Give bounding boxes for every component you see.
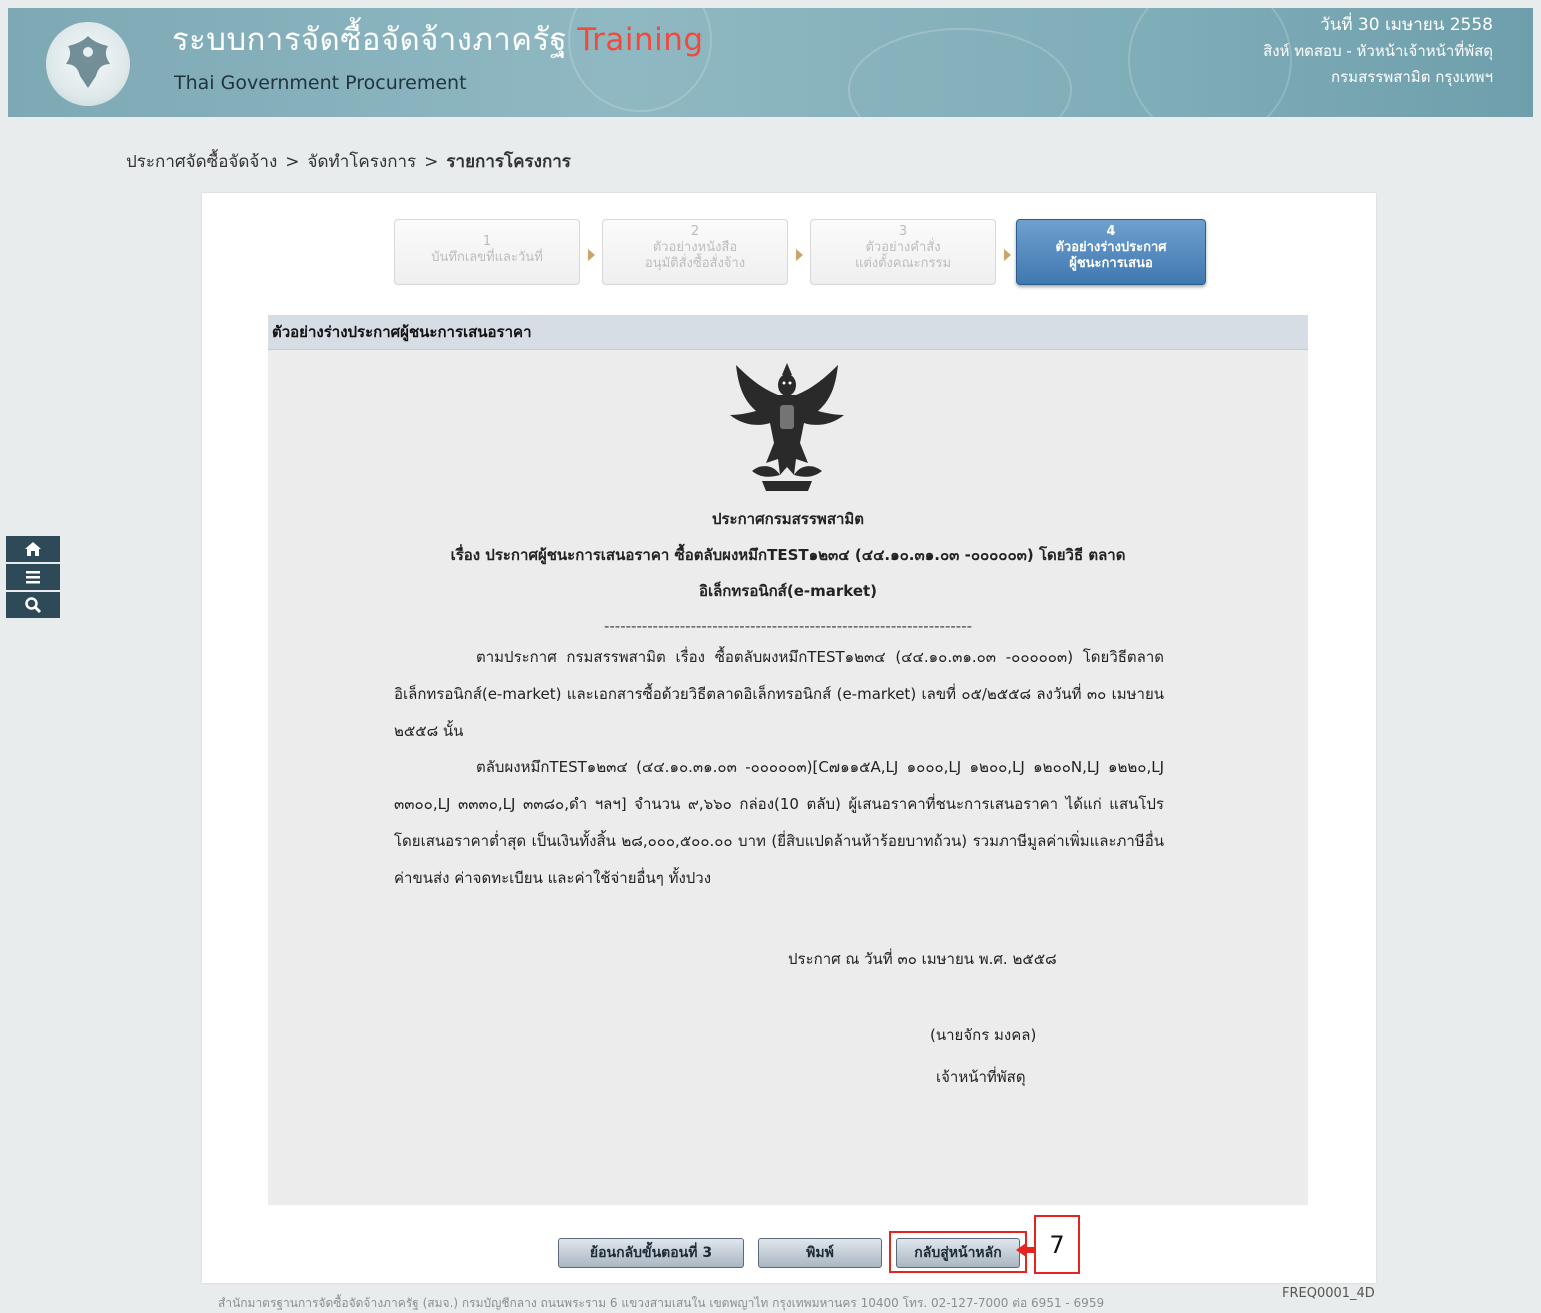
app-subtitle: Thai Government Procurement bbox=[174, 72, 467, 94]
step-1[interactable]: 1 บันทึกเลขที่และวันที่ bbox=[394, 219, 580, 285]
step-label-line2: ผู้ชนะการเสนอ bbox=[1069, 256, 1153, 271]
step-number: 3 bbox=[898, 224, 908, 239]
step-number: 4 bbox=[1106, 224, 1116, 239]
garuda-logo-icon bbox=[46, 22, 130, 106]
org-heading: ประกาศกรมสรรพสามิต bbox=[711, 510, 865, 528]
header-decoration bbox=[848, 28, 1072, 117]
app-title: ระบบการจัดซื้อจัดจ้างภาครัฐ Training bbox=[172, 14, 704, 64]
divider-line: ----------------------------------------… bbox=[603, 617, 973, 635]
step-number: 1 bbox=[482, 234, 492, 249]
training-label: Training bbox=[577, 22, 704, 58]
step-3[interactable]: 3 ตัวอย่างคำสั่ง แต่งตั้งคณะกรรม bbox=[810, 219, 996, 285]
step-label-line2: แต่งตั้งคณะกรรม bbox=[854, 256, 952, 271]
paragraph-1: ตามประกาศ กรมสรรพสามิต เรื่อง ซื้อตลับผง… bbox=[394, 648, 1164, 740]
step-arrow-icon bbox=[1004, 249, 1011, 261]
search-icon[interactable] bbox=[6, 592, 60, 618]
step-label-line2: อนุมัติสั่งซื้อสั่งจ้าง bbox=[644, 256, 746, 271]
current-date: วันที่ 30 เมษายน 2558 bbox=[1320, 15, 1493, 35]
breadcrumb-separator: > bbox=[424, 152, 439, 172]
app-title-text: ระบบการจัดซื้อจัดจ้างภาครัฐ bbox=[172, 22, 568, 58]
step-label: ตัวอย่างร่างประกาศ bbox=[1055, 240, 1167, 255]
step-callout: 7 bbox=[1034, 1215, 1080, 1274]
garuda-emblem-icon bbox=[722, 359, 852, 503]
print-button[interactable]: พิมพ์ bbox=[758, 1238, 882, 1268]
step-label: ตัวอย่างคำสั่ง bbox=[865, 240, 941, 255]
section-title: ตัวอย่างร่างประกาศผู้ชนะการเสนอราคา bbox=[268, 315, 1308, 350]
step-label: บันทึกเลขที่และวันที่ bbox=[431, 250, 543, 265]
side-nav bbox=[6, 536, 60, 620]
breadcrumb-separator: > bbox=[285, 152, 300, 172]
breadcrumb: ประกาศจัดซื้อจัดจ้าง > จัดทำโครงการ > รายการ… bbox=[126, 148, 571, 175]
user-department: กรมสรรพสามิต กรุงเทพฯ bbox=[1331, 68, 1493, 86]
step-arrow-icon bbox=[796, 249, 803, 261]
breadcrumb-item-project-list: รายการโครงการ bbox=[446, 152, 571, 172]
signer-name: (นายจักร มงคล) bbox=[930, 1026, 1037, 1044]
step-label: ตัวอย่างหนังสือ bbox=[652, 240, 738, 255]
breadcrumb-item-create-project[interactable]: จัดทำโครงการ bbox=[308, 152, 417, 172]
user-name[interactable]: สิงห์ ทดสอบ - หัวหน้าเจ้าหน้าที่พัสดุ bbox=[1263, 38, 1493, 64]
subject-line-2: อิเล็กทรอนิกส์(e-market) bbox=[698, 582, 878, 600]
page-code: FREQ0001_4D bbox=[1282, 1286, 1375, 1301]
home-icon[interactable] bbox=[6, 536, 60, 562]
paragraph-2: ตลับผงหมึกTEST๑๒๓๔ (๔๔.๑๐.๓๑.๐๓ -๐๐๐๐๐๓)… bbox=[394, 758, 1164, 887]
menu-icon[interactable] bbox=[6, 564, 60, 590]
footer-text: สำนักมาตรฐานการจัดซื้อจัดจ้างภาครัฐ (สมจ… bbox=[218, 1296, 1105, 1310]
step-4-active[interactable]: 4 ตัวอย่างร่างประกาศ ผู้ชนะการเสนอ bbox=[1016, 219, 1206, 285]
subject-line-1: เรื่อง ประกาศผู้ชนะการเสนอราคา ซื้อตลับผ… bbox=[450, 546, 1126, 564]
announce-date: ประกาศ ณ วันที่ ๓๐ เมษายน พ.ศ. ๒๕๕๘ bbox=[788, 950, 1057, 968]
signer-position: เจ้าหน้าที่พัสดุ bbox=[936, 1068, 1026, 1086]
user-info: วันที่ 30 เมษายน 2558 สิงห์ ทดสอบ - หัวห… bbox=[1263, 12, 1493, 90]
back-to-step-3-button[interactable]: ย้อนกลับขั้นตอนที่ 3 bbox=[558, 1238, 744, 1268]
main-panel: 1 บันทึกเลขที่และวันที่ 2 ตัวอย่างหนังสื… bbox=[202, 193, 1376, 1283]
step-number: 2 bbox=[690, 224, 700, 239]
document-preview: ตัวอย่างร่างประกาศผู้ชนะการเสนอราคา ประก… bbox=[268, 315, 1308, 1205]
breadcrumb-item-announcement[interactable]: ประกาศจัดซื้อจัดจ้าง bbox=[126, 152, 277, 172]
app-header: ระบบการจัดซื้อจัดจ้างภาครัฐ Training Thai… bbox=[8, 8, 1533, 117]
highlight-box bbox=[889, 1231, 1027, 1273]
step-arrow-icon bbox=[588, 249, 595, 261]
step-2[interactable]: 2 ตัวอย่างหนังสือ อนุมัติสั่งซื้อสั่งจ้า… bbox=[602, 219, 788, 285]
